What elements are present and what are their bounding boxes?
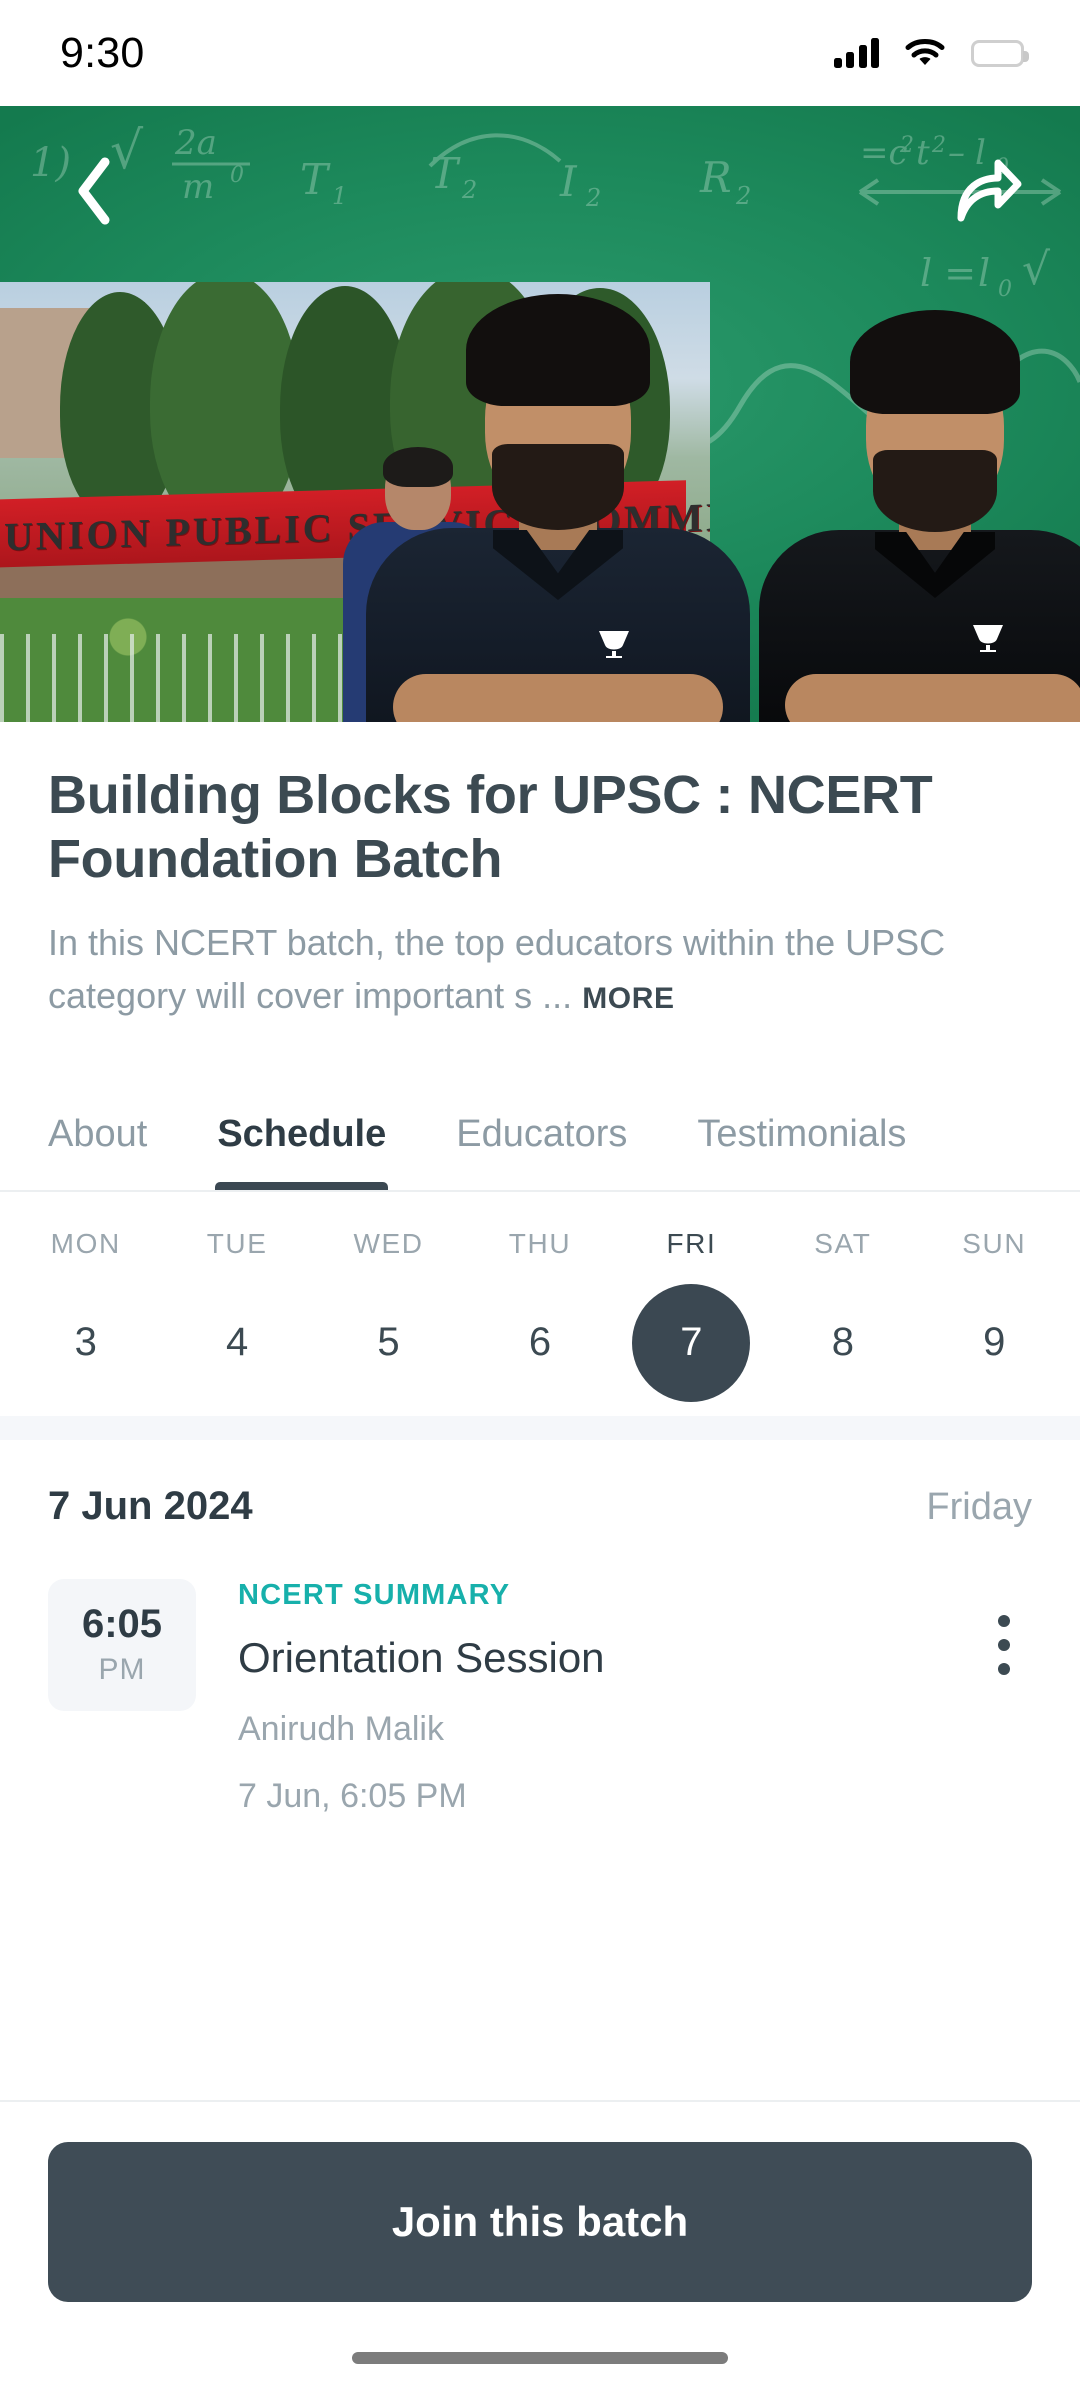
session-time-hour: 6:05: [81, 1602, 163, 1647]
section-divider: [0, 1415, 1080, 1440]
session-time-badge: 6:05 PM: [48, 1578, 196, 1711]
battery-icon: [971, 39, 1029, 67]
calendar-day-mon[interactable]: MON 3: [10, 1192, 161, 1416]
calendar-day-fri[interactable]: FRI 7: [616, 1192, 767, 1416]
unacademy-logo-icon: [973, 625, 1003, 652]
tab-about[interactable]: About: [48, 1113, 147, 1190]
schedule-weekday: Friday: [926, 1485, 1032, 1528]
session-menu-button[interactable]: [976, 1579, 1032, 1816]
calendar-day-number: 5: [377, 1320, 400, 1365]
calendar-day-number: 7: [632, 1283, 751, 1402]
calendar-day-number: 8: [831, 1320, 854, 1365]
back-chevron-icon: [78, 157, 110, 225]
session-time-ampm: PM: [98, 1653, 146, 1687]
back-button[interactable]: [52, 148, 138, 234]
signal-icon: [833, 38, 879, 68]
unacademy-logo-icon: [599, 631, 629, 658]
app-screen: 9:30 1) √ 2a m 0 T1 T2 I2 R2 =c 2 t 2 – …: [0, 0, 1080, 2400]
wifi-icon: [905, 38, 945, 68]
session-datetime: 7 Jun, 6:05 PM: [238, 1776, 467, 1815]
course-description-text: In this NCERT batch, the top educators w…: [48, 922, 946, 1016]
calendar-day-label: MON: [50, 1227, 121, 1259]
page-title: Building Blocks for UPSC : NCERT Foundat…: [48, 765, 933, 889]
calendar-day-label: WED: [353, 1227, 424, 1259]
schedule-date: 7 Jun 2024: [48, 1483, 253, 1528]
home-indicator[interactable]: [352, 2352, 728, 2364]
tab-bar: About Schedule Educators Testimonials: [0, 1066, 1080, 1192]
tab-testimonials[interactable]: Testimonials: [697, 1113, 906, 1190]
session-educator: Anirudh Malik: [238, 1709, 444, 1748]
hero-toolbar: [0, 106, 1080, 276]
session-name: Orientation Session: [238, 1633, 605, 1681]
course-description: In this NCERT batch, the top educators w…: [0, 891, 1080, 1021]
week-calendar-strip: MON 3 TUE 4 WED 5 THU 6 FRI 7 SAT 8 SUN …: [0, 1192, 1080, 1416]
share-button[interactable]: [946, 148, 1032, 234]
course-content: Building Blocks for UPSC : NCERT Foundat…: [0, 722, 1080, 1816]
educator-photo-primary: [348, 292, 768, 722]
tab-schedule[interactable]: Schedule: [215, 1113, 389, 1190]
schedule-section: 7 Jun 2024 Friday 6:05 PM NCERT SUMMARY …: [0, 1440, 1080, 1816]
calendar-day-number: 9: [983, 1320, 1006, 1365]
calendar-day-sun[interactable]: SUN 9: [919, 1192, 1070, 1416]
join-batch-button[interactable]: Join this batch: [48, 2142, 1032, 2302]
calendar-day-label: TUE: [206, 1227, 268, 1259]
read-more-link[interactable]: MORE: [582, 982, 674, 1015]
status-bar: 9:30: [0, 0, 1080, 106]
bottom-bar: Join this batch: [0, 2100, 1080, 2400]
calendar-day-label: SAT: [814, 1227, 872, 1259]
session-row[interactable]: 6:05 PM NCERT SUMMARY Orientation Sessio…: [48, 1578, 1032, 1816]
tab-educators[interactable]: Educators: [456, 1113, 627, 1190]
calendar-day-number: 4: [226, 1320, 249, 1365]
calendar-day-wed[interactable]: WED 5: [313, 1192, 464, 1416]
status-bar-icons: [833, 38, 1029, 68]
share-arrow-icon: [957, 159, 1022, 222]
calendar-day-number: 6: [528, 1320, 552, 1365]
educator-photo-collage: UNION PUBLIC SERVICE COMMISSION: [0, 282, 1080, 722]
calendar-day-label: SUN: [962, 1227, 1027, 1259]
calendar-day-number: 3: [74, 1320, 97, 1365]
session-details: NCERT SUMMARY Orientation Session Anirud…: [196, 1579, 976, 1816]
session-tag: NCERT SUMMARY: [238, 1578, 511, 1611]
schedule-date-header: 7 Jun 2024 Friday: [48, 1440, 1032, 1529]
calendar-day-label: THU: [508, 1227, 572, 1259]
calendar-day-sat[interactable]: SAT 8: [767, 1192, 918, 1416]
hero-banner: 1) √ 2a m 0 T1 T2 I2 R2 =c 2 t2 – l0 l = …: [0, 106, 1080, 722]
calendar-day-tue[interactable]: TUE 4: [161, 1192, 312, 1416]
calendar-day-thu[interactable]: THU 6: [464, 1192, 615, 1416]
calendar-day-label: FRI: [666, 1227, 717, 1259]
status-bar-time: 9:30: [60, 28, 145, 77]
educator-photo-secondary: [740, 302, 1080, 722]
